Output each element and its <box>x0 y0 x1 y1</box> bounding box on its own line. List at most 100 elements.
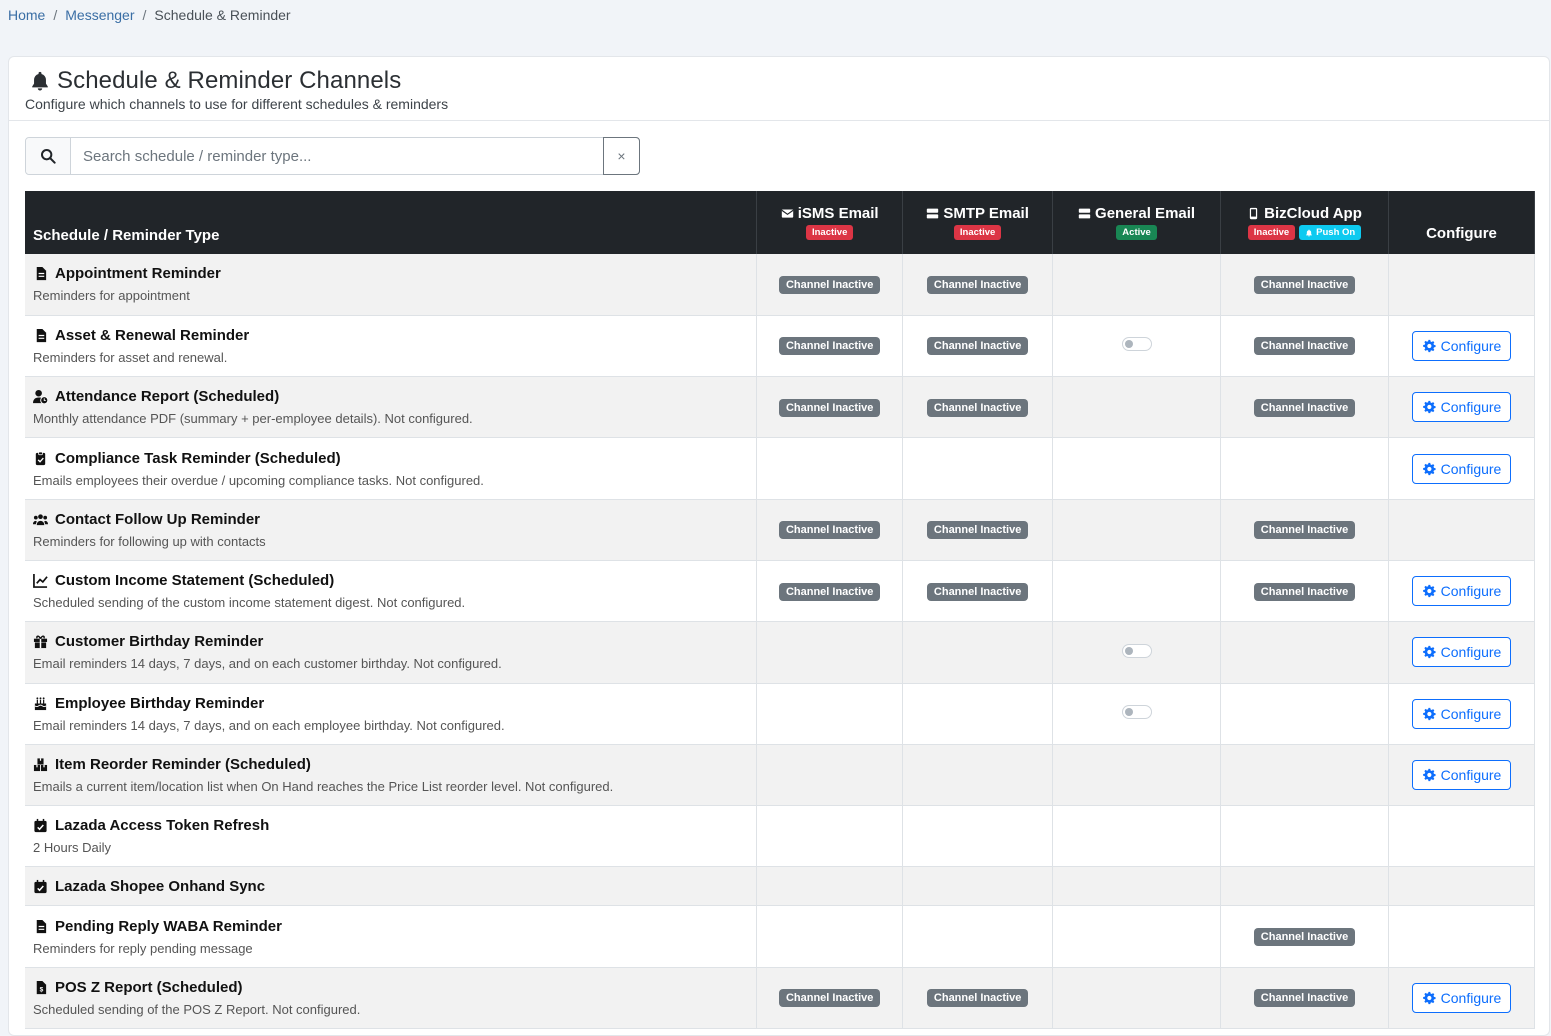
smtp-cell: Channel Inactive <box>902 967 1054 1029</box>
smtp-cell: Channel Inactive <box>902 499 1054 561</box>
calendar-check-icon <box>34 879 47 894</box>
configure-button[interactable]: Configure <box>1411 698 1512 729</box>
smtp-cell <box>902 683 1054 745</box>
smtp-cell: Channel Inactive <box>902 315 1054 377</box>
channel-inactive-badge: Channel Inactive <box>1253 928 1356 947</box>
row-description: Emails a current item/location list when… <box>33 779 614 795</box>
configure-cell: Configure <box>1388 967 1536 1029</box>
bizcloud-cell: Channel Inactive <box>1220 499 1389 561</box>
main-card: Schedule & Reminder Channels Configure w… <box>8 56 1550 1036</box>
bell-icon <box>32 71 48 91</box>
general-cell <box>1052 254 1222 316</box>
clear-search-button[interactable]: × <box>603 137 640 175</box>
channel-inactive-badge: Channel Inactive <box>926 582 1029 601</box>
breadcrumb-home[interactable]: Home <box>8 7 45 23</box>
row-title: Pending Reply WABA Reminder <box>55 917 282 935</box>
row-title: Contact Follow Up Reminder <box>55 510 261 528</box>
bizcloud-cell <box>1220 805 1389 867</box>
col-bizcloud-header: BizCloud App Inactive Push On <box>1220 191 1389 254</box>
isms-cell <box>756 437 904 500</box>
row-type-cell: Appointment Reminder Reminders for appoi… <box>25 254 758 316</box>
row-description: Reminders for appointment <box>33 288 190 304</box>
configure-cell <box>1388 805 1536 867</box>
bizcloud-cell <box>1220 683 1389 745</box>
isms-cell <box>756 905 904 968</box>
configure-cell <box>1388 905 1536 968</box>
channel-inactive-badge: Channel Inactive <box>1253 582 1356 601</box>
bizcloud-status-badge: Inactive <box>1247 225 1296 240</box>
envelope-icon <box>781 209 794 218</box>
isms-cell: Channel Inactive <box>756 376 904 438</box>
table-row: Attendance Report (Scheduled) Monthly at… <box>25 376 1536 438</box>
bizcloud-cell: Channel Inactive <box>1220 254 1389 316</box>
user-clock-icon <box>33 390 48 405</box>
smtp-cell <box>902 621 1054 684</box>
page-title: Schedule & Reminder Channels <box>57 67 402 94</box>
configure-button[interactable]: Configure <box>1411 453 1512 484</box>
configure-cell: Configure <box>1388 560 1536 622</box>
breadcrumb-messenger[interactable]: Messenger <box>65 7 134 23</box>
channel-inactive-badge: Channel Inactive <box>926 989 1029 1008</box>
row-title: POS Z Report (Scheduled) <box>55 978 243 996</box>
channel-inactive-badge: Channel Inactive <box>778 582 881 601</box>
row-title: Employee Birthday Reminder <box>55 694 265 712</box>
bizcloud-cell: Channel Inactive <box>1220 905 1389 968</box>
smtp-cell <box>902 805 1054 867</box>
configure-button[interactable]: Configure <box>1411 637 1512 668</box>
configure-cell <box>1388 254 1536 316</box>
smtp-cell <box>902 905 1054 968</box>
row-description: Email reminders 14 days, 7 days, and on … <box>33 717 505 733</box>
configure-cell <box>1388 866 1536 906</box>
file-invoice-icon: $ <box>36 980 47 994</box>
channel-inactive-badge: Channel Inactive <box>1253 275 1356 294</box>
page-subtitle: Configure which channels to use for diff… <box>25 96 449 112</box>
configure-label: Configure <box>1440 705 1502 722</box>
row-type-cell: Item Reorder Reminder (Scheduled) Emails… <box>25 744 758 806</box>
general-status-badge: Active <box>1116 225 1157 240</box>
general-email-toggle[interactable] <box>1121 337 1152 352</box>
general-cell <box>1052 621 1222 684</box>
general-cell <box>1052 499 1222 561</box>
breadcrumb-current: Schedule & Reminder <box>154 7 291 23</box>
general-email-toggle[interactable] <box>1121 705 1152 720</box>
isms-cell: Channel Inactive <box>756 560 904 622</box>
channel-inactive-badge: Channel Inactive <box>1253 521 1356 540</box>
configure-button[interactable]: Configure <box>1411 576 1512 607</box>
breadcrumb-separator: / <box>53 7 58 23</box>
row-description: Email reminders 14 days, 7 days, and on … <box>33 656 502 672</box>
configure-button[interactable]: Configure <box>1411 760 1512 791</box>
isms-cell: Channel Inactive <box>756 315 904 377</box>
chart-line-icon <box>33 574 48 589</box>
row-title: Appointment Reminder <box>55 265 221 283</box>
configure-cell: Configure <box>1388 744 1536 806</box>
svg-text:$: $ <box>40 986 44 993</box>
channel-inactive-badge: Channel Inactive <box>778 337 881 356</box>
col-configure-header: Configure <box>1388 191 1536 254</box>
general-email-toggle[interactable] <box>1121 643 1152 658</box>
configure-button[interactable]: Configure <box>1411 982 1512 1013</box>
isms-cell <box>756 683 904 745</box>
smtp-cell <box>902 437 1054 500</box>
general-cell <box>1052 315 1222 377</box>
configure-cell: Configure <box>1388 376 1536 438</box>
channel-inactive-badge: Channel Inactive <box>926 337 1029 356</box>
channel-inactive-badge: Channel Inactive <box>1253 337 1356 356</box>
isms-cell: Channel Inactive <box>756 499 904 561</box>
row-type-cell: Attendance Report (Scheduled) Monthly at… <box>25 376 758 438</box>
configure-cell: Configure <box>1388 315 1536 377</box>
configure-label: Configure <box>1440 767 1502 784</box>
breadcrumb-separator: / <box>142 7 147 23</box>
search-input[interactable] <box>71 138 603 174</box>
col-isms-header: iSMS Email Inactive <box>756 191 904 254</box>
isms-cell: Channel Inactive <box>756 254 904 316</box>
file-icon <box>36 919 47 933</box>
row-type-cell: Custom Income Statement (Scheduled) Sche… <box>25 560 758 622</box>
gear-icon <box>1422 339 1436 353</box>
configure-cell: Configure <box>1388 437 1536 500</box>
configure-button[interactable]: Configure <box>1411 330 1512 361</box>
isms-cell <box>756 621 904 684</box>
card-header: Schedule & Reminder Channels Configure w… <box>9 57 1549 121</box>
table-row: $ POS Z Report (Scheduled) Scheduled send… <box>25 967 1536 1029</box>
row-title: Item Reorder Reminder (Scheduled) <box>55 756 311 774</box>
configure-button[interactable]: Configure <box>1411 392 1512 423</box>
